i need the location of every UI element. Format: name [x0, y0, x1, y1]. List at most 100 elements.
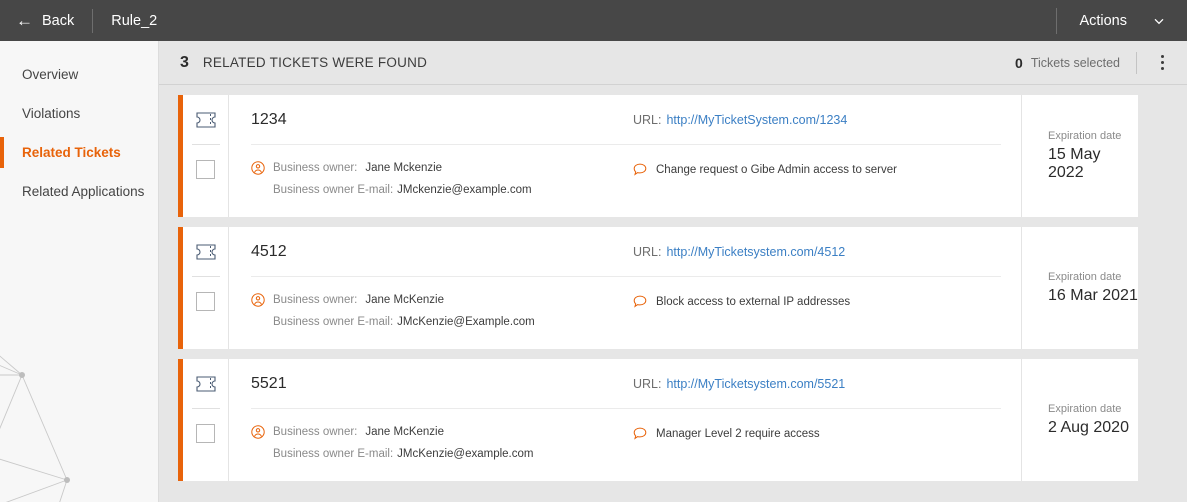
owner-label: Business owner: [273, 294, 358, 306]
results-header: 3 RELATED TICKETS WERE FOUND 0 Tickets s… [159, 41, 1187, 85]
back-button[interactable]: ← Back [16, 12, 74, 29]
ticket-url-link[interactable]: http://MyTicketsystem.com/5521 [666, 377, 845, 391]
ticket-select-checkbox[interactable] [196, 424, 215, 443]
ticket-icon [195, 95, 216, 144]
actions-button[interactable]: Actions [1079, 13, 1127, 29]
selected-tickets-label: Tickets selected [1030, 55, 1120, 70]
comment-row: Block access to external IP addresses [633, 277, 1021, 308]
ticket-id: 1234 [251, 110, 287, 128]
expiration-date: 16 Mar 2021 [1048, 287, 1138, 304]
ticket-list: 1234 Business owner: Jane Mckenzie Busin… [159, 85, 1187, 481]
related-tickets-count: 3 [180, 53, 189, 71]
comment-bubble-icon [633, 427, 647, 440]
top-bar: ← Back Rule_2 Actions [0, 0, 1187, 41]
ticket-url-link[interactable]: http://MyTicketsystem.com/4512 [666, 245, 845, 259]
sidebar-item-violations[interactable]: Violations [0, 94, 158, 133]
ticket-card-url-column: URL: http://MyTicketsystem.com/4512 Bloc… [633, 227, 1021, 349]
ticket-card-url-column: URL: http://MyTicketSystem.com/1234 Chan… [633, 95, 1021, 217]
comment-row: Change request o Gibe Admin access to se… [633, 145, 1021, 176]
sidebar-item-label: Related Tickets [22, 145, 121, 160]
owner-row: Business owner: Jane McKenzie [251, 293, 633, 307]
url-label: URL: [633, 112, 662, 127]
more-vertical-icon[interactable] [1153, 51, 1171, 74]
sidebar-item-related-applications[interactable]: Related Applications [0, 172, 158, 211]
sidebar-item-label: Violations [22, 106, 81, 121]
table-row[interactable]: 5521 Business owner: Jane McKenzie Busin… [178, 359, 1138, 481]
url-label: URL: [633, 376, 662, 391]
owner-row: Business owner: Jane McKenzie [251, 425, 633, 439]
owner-block: Business owner: Jane Mckenzie Business o… [251, 145, 633, 196]
ticket-select-wrap [196, 145, 215, 217]
owner-email-value: JMckenzie@example.com [397, 184, 532, 196]
related-tickets-found-label: RELATED TICKETS WERE FOUND [202, 55, 428, 70]
expiration-date: 2 Aug 2020 [1048, 419, 1129, 436]
ticket-card-middle: 5521 Business owner: Jane McKenzie Busin… [229, 359, 633, 481]
owner-label: Business owner: [273, 426, 358, 438]
owner-value: Jane McKenzie [365, 426, 444, 438]
sidebar: Overview Violations Related Tickets Rela… [0, 41, 159, 502]
ticket-select-wrap [196, 409, 215, 481]
ticket-icon [195, 359, 216, 408]
ticket-card-middle: 4512 Business owner: Jane McKenzie Busin… [229, 227, 633, 349]
arrow-left-icon: ← [16, 11, 33, 30]
url-row: URL: http://MyTicketSystem.com/1234 [633, 95, 1021, 144]
ticket-card-middle: 1234 Business owner: Jane Mckenzie Busin… [229, 95, 633, 217]
owner-block: Business owner: Jane McKenzie Business o… [251, 277, 633, 328]
owner-email-label: Business owner E-mail: [273, 184, 394, 196]
topbar-divider [92, 8, 94, 33]
ticket-card-expiration: Expiration date 15 May 2022 [1021, 95, 1138, 217]
ticket-card-expiration: Expiration date 2 Aug 2020 [1021, 359, 1138, 481]
owner-label: Business owner: [273, 162, 358, 174]
table-row[interactable]: 1234 Business owner: Jane Mckenzie Busin… [178, 95, 1138, 217]
url-row: URL: http://MyTicketsystem.com/4512 [633, 227, 1021, 276]
user-circle-icon [251, 425, 265, 439]
owner-block: Business owner: Jane McKenzie Business o… [251, 409, 633, 460]
ticket-select-checkbox[interactable] [196, 292, 215, 311]
user-circle-icon [251, 161, 265, 175]
owner-value: Jane Mckenzie [365, 162, 443, 174]
ticket-select-wrap [196, 277, 215, 349]
ticket-url-link[interactable]: http://MyTicketSystem.com/1234 [666, 113, 847, 127]
expiration-label: Expiration date [1048, 271, 1122, 283]
main-content: 3 RELATED TICKETS WERE FOUND 0 Tickets s… [159, 41, 1187, 502]
ticket-card-left [183, 227, 229, 349]
ticket-card-expiration: Expiration date 16 Mar 2021 [1021, 227, 1138, 349]
table-row[interactable]: 4512 Business owner: Jane McKenzie Busin… [178, 227, 1138, 349]
owner-row: Business owner: Jane Mckenzie [251, 161, 633, 175]
user-circle-icon [251, 293, 265, 307]
sidebar-item-overview[interactable]: Overview [0, 55, 158, 94]
owner-email-row: Business owner E-mail: JMckenzie@example… [251, 184, 633, 196]
owner-email-value: JMcKenzie@example.com [397, 448, 534, 460]
expiration-date: 15 May 2022 [1048, 146, 1101, 181]
chevron-down-icon[interactable] [1153, 15, 1165, 27]
sidebar-item-label: Overview [22, 67, 79, 82]
back-button-label: Back [42, 12, 75, 29]
owner-value: Jane McKenzie [365, 294, 444, 306]
owner-email-label: Business owner E-mail: [273, 448, 394, 460]
actions-divider [1056, 7, 1058, 34]
comment-row: Manager Level 2 require access [633, 409, 1021, 440]
comment-bubble-icon [633, 163, 647, 176]
ticket-select-checkbox[interactable] [196, 160, 215, 179]
comment-bubble-icon [633, 295, 647, 308]
ticket-card-url-column: URL: http://MyTicketsystem.com/5521 Mana… [633, 359, 1021, 481]
owner-email-row: Business owner E-mail: JMcKenzie@example… [251, 448, 633, 460]
body-wrapper: Overview Violations Related Tickets Rela… [0, 41, 1187, 502]
ticket-icon [195, 227, 216, 276]
owner-email-label: Business owner E-mail: [273, 316, 394, 328]
topbar-right-group: Actions [1056, 0, 1187, 41]
expiration-label: Expiration date [1048, 130, 1122, 142]
url-row: URL: http://MyTicketsystem.com/5521 [633, 359, 1021, 408]
owner-email-value: JMcKenzie@Example.com [397, 316, 535, 328]
sidebar-item-related-tickets[interactable]: Related Tickets [0, 133, 158, 172]
header-divider [1136, 51, 1137, 74]
owner-email-row: Business owner E-mail: JMcKenzie@Example… [251, 316, 633, 328]
comment-text: Block access to external IP addresses [656, 295, 851, 308]
ticket-card-left [183, 95, 229, 217]
expiration-label: Expiration date [1048, 403, 1122, 415]
ticket-id: 4512 [251, 242, 287, 260]
comment-text: Change request o Gibe Admin access to se… [656, 163, 897, 176]
selected-tickets-count: 0 [1015, 54, 1023, 71]
network-decoration [0, 355, 70, 502]
ticket-card-left [183, 359, 229, 481]
